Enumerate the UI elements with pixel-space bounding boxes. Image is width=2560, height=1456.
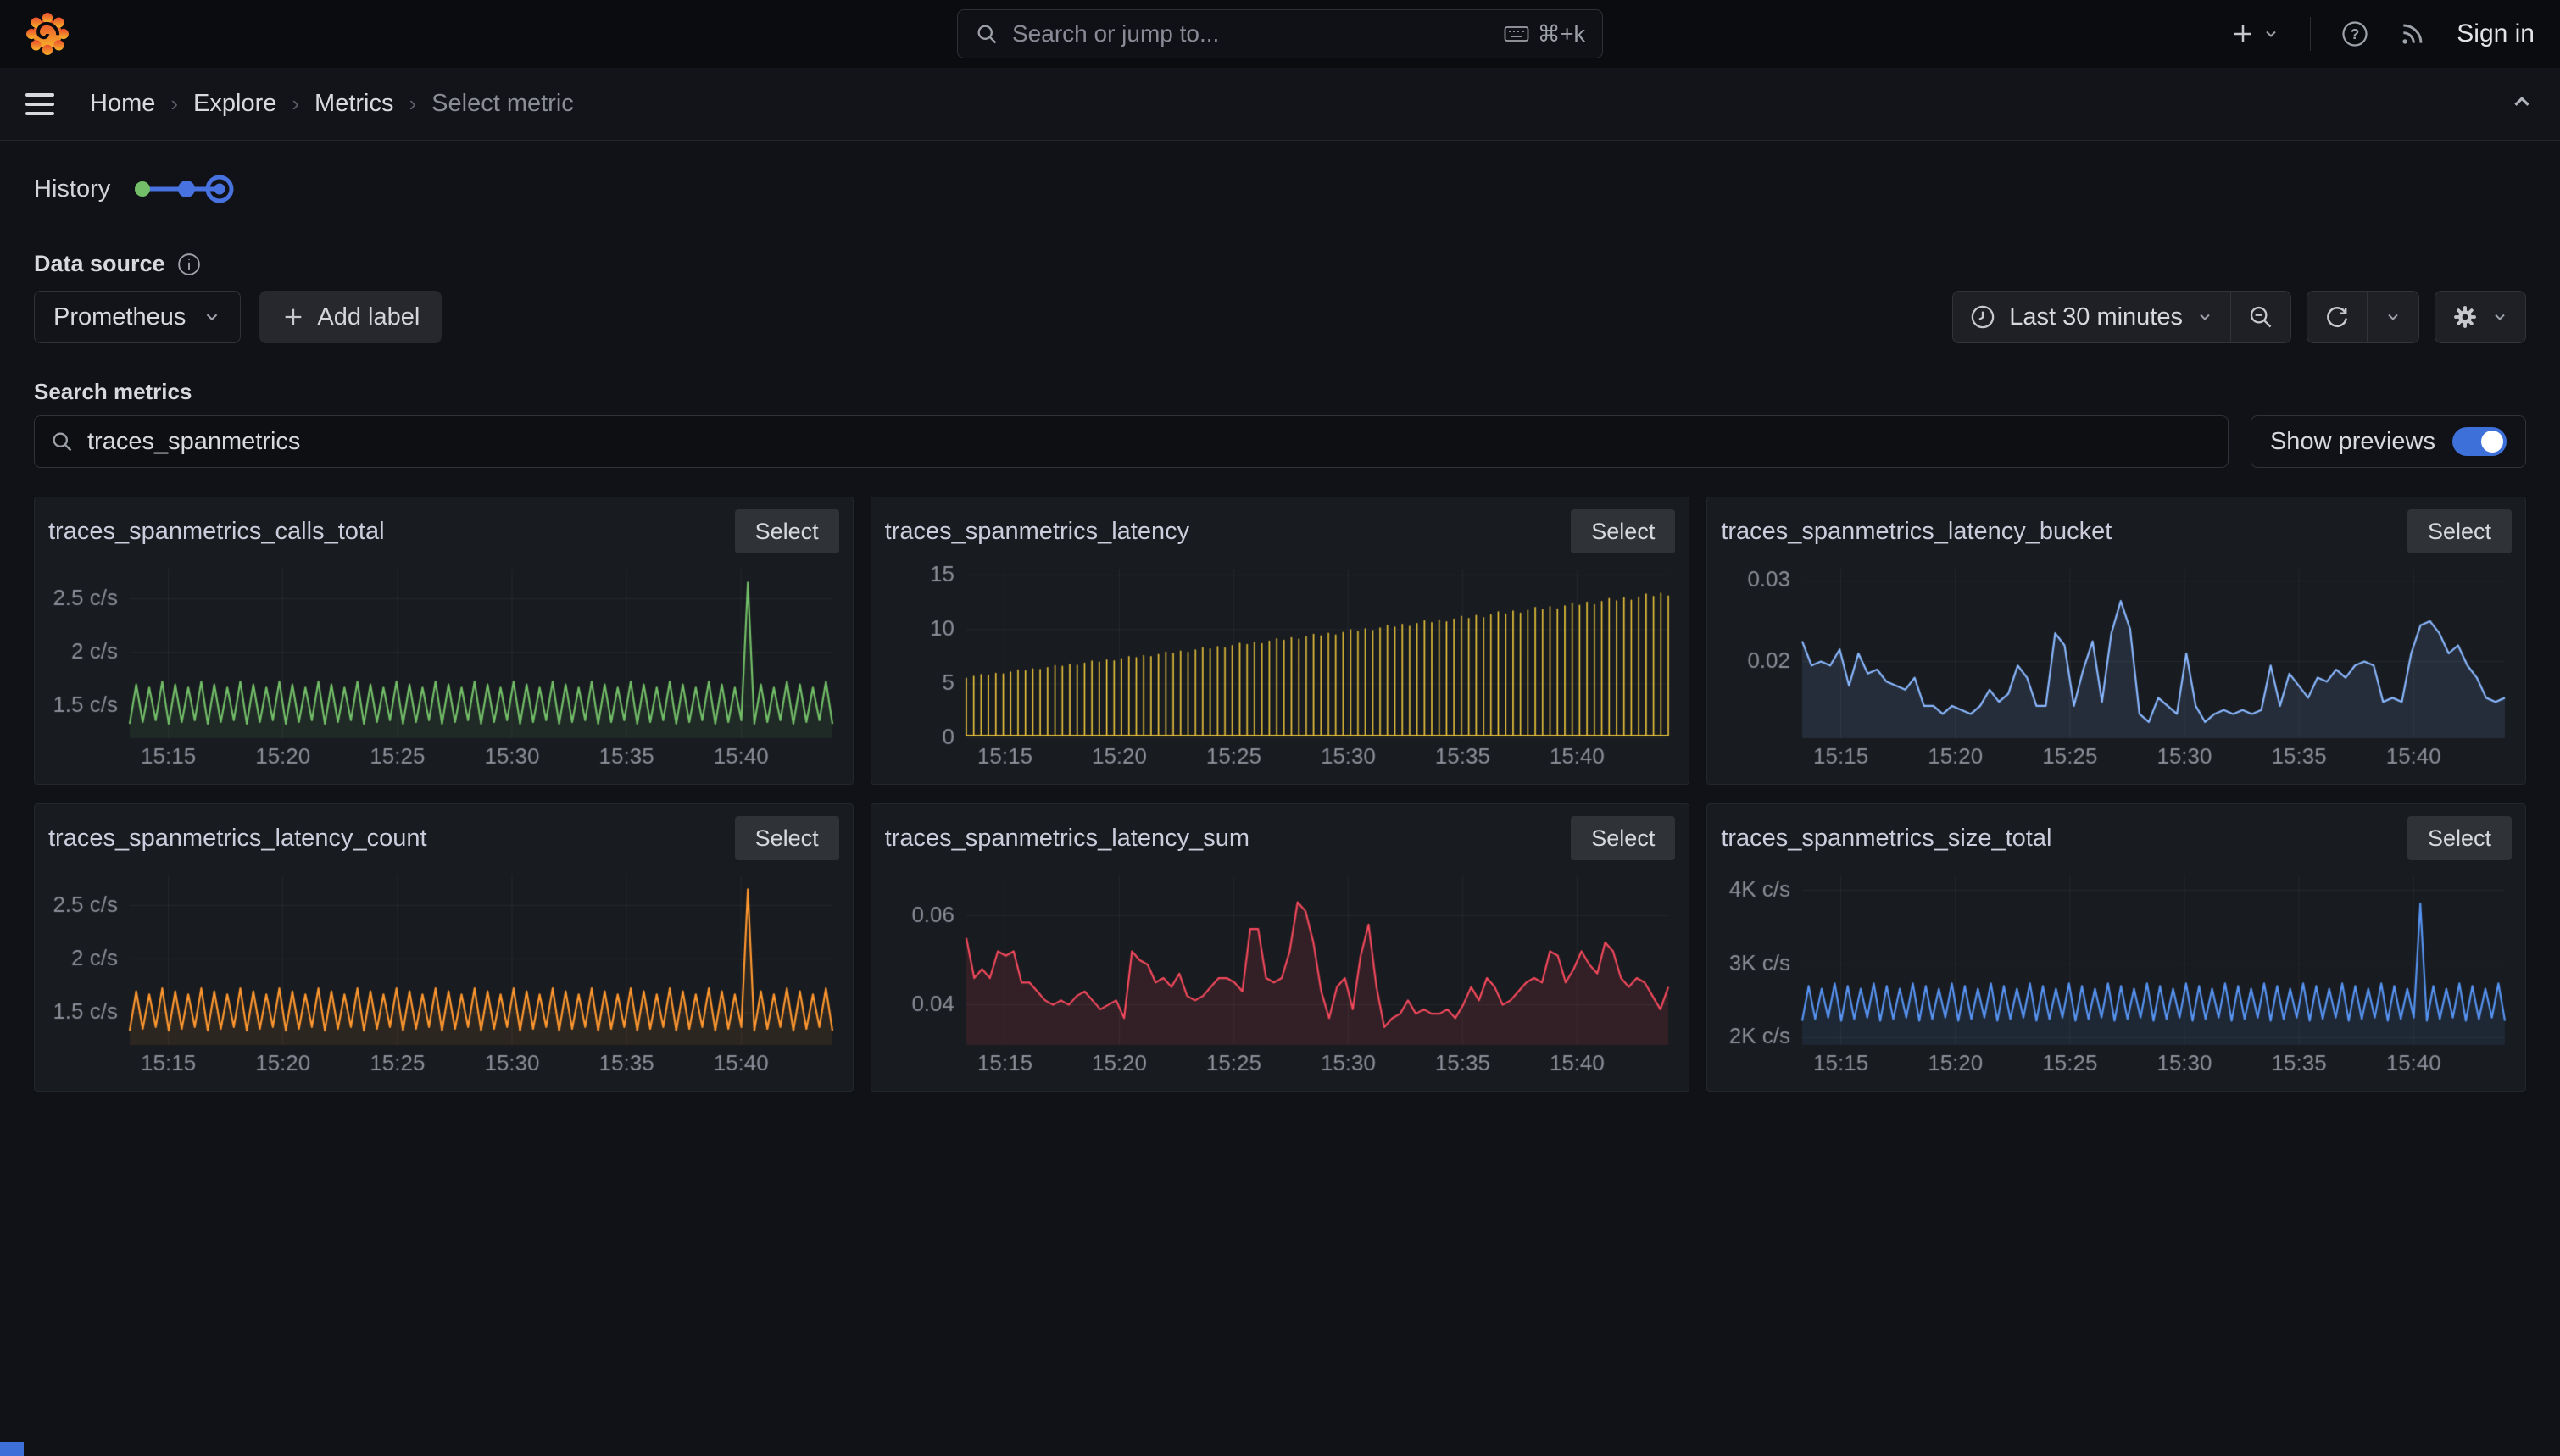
metric-preview-chart[interactable] bbox=[885, 559, 1676, 770]
select-metric-button[interactable]: Select bbox=[2407, 509, 2512, 553]
metric-preview-card: traces_spanmetrics_latency_bucket Select bbox=[1706, 497, 2526, 785]
app-header: Search or jump to... ⌘+k bbox=[0, 0, 2560, 68]
history-dot-green bbox=[135, 181, 150, 197]
history-current-dot bbox=[214, 184, 225, 195]
datasource-value: Prometheus bbox=[53, 303, 186, 331]
select-metric-button[interactable]: Select bbox=[2407, 816, 2512, 860]
settings-button[interactable] bbox=[2435, 292, 2525, 342]
datasource-picker[interactable]: Prometheus bbox=[34, 291, 241, 343]
metric-preview-chart[interactable] bbox=[1721, 865, 2512, 1077]
keyboard-shortcut: ⌘+k bbox=[1504, 21, 1585, 47]
sign-in-link[interactable]: Sign in bbox=[2457, 19, 2535, 48]
grafana-logo-icon[interactable] bbox=[25, 10, 70, 58]
breadcrumb-separator: › bbox=[292, 91, 299, 117]
metric-name: traces_spanmetrics_latency_sum bbox=[885, 825, 1249, 853]
history-label: History bbox=[34, 175, 110, 203]
global-search-button[interactable]: Search or jump to... ⌘+k bbox=[957, 9, 1603, 58]
chevron-down-icon bbox=[203, 308, 221, 326]
settings-group bbox=[2435, 291, 2526, 343]
search-icon bbox=[50, 430, 74, 453]
news-rss-icon[interactable] bbox=[2399, 20, 2426, 47]
metric-name: traces_spanmetrics_calls_total bbox=[48, 518, 385, 546]
help-button[interactable]: ? bbox=[2341, 20, 2368, 47]
history-dot-blue bbox=[178, 181, 195, 197]
refresh-group bbox=[2307, 291, 2419, 343]
refresh-interval-dropdown[interactable] bbox=[2367, 292, 2418, 342]
metrics-search-input[interactable] bbox=[87, 428, 2212, 456]
metric-preview-chart[interactable] bbox=[1721, 559, 2512, 770]
refresh-icon bbox=[2324, 304, 2350, 330]
metrics-search-field bbox=[34, 415, 2229, 468]
bottom-left-accent bbox=[0, 1442, 24, 1456]
metric-previews-grid: traces_spanmetrics_calls_total Select tr… bbox=[34, 497, 2526, 1092]
datasource-label: Data source bbox=[34, 251, 165, 277]
show-previews-label: Show previews bbox=[2270, 428, 2435, 456]
plus-icon bbox=[2230, 21, 2256, 47]
search-icon bbox=[975, 22, 999, 46]
header-divider bbox=[2310, 17, 2311, 51]
breadcrumb-separator: › bbox=[409, 91, 416, 117]
info-icon[interactable] bbox=[177, 253, 201, 276]
metric-preview-chart[interactable] bbox=[48, 865, 839, 1077]
history-timeline[interactable] bbox=[131, 171, 236, 207]
gear-icon bbox=[2452, 304, 2478, 330]
metric-preview-card: traces_spanmetrics_calls_total Select bbox=[34, 497, 854, 785]
breadcrumb: Home › Explore › Metrics › Select metric bbox=[90, 90, 574, 118]
clock-icon bbox=[1970, 304, 1995, 330]
metric-name: traces_spanmetrics_size_total bbox=[1721, 825, 2051, 853]
breadcrumb-separator: › bbox=[170, 91, 178, 117]
search-placeholder: Search or jump to... bbox=[1012, 20, 1490, 47]
shortcut-text: ⌘+k bbox=[1538, 21, 1585, 47]
metric-preview-card: traces_spanmetrics_latency_count Select bbox=[34, 803, 854, 1092]
keyboard-icon bbox=[1504, 24, 1529, 44]
metric-preview-card: traces_spanmetrics_size_total Select bbox=[1706, 803, 2526, 1092]
select-metric-button[interactable]: Select bbox=[735, 816, 839, 860]
search-metrics-label: Search metrics bbox=[34, 379, 2526, 405]
metric-preview-chart[interactable] bbox=[48, 559, 839, 770]
metric-name: traces_spanmetrics_latency bbox=[885, 518, 1189, 546]
show-previews-toggle[interactable] bbox=[2452, 427, 2507, 456]
breadcrumb-bar: Home › Explore › Metrics › Select metric bbox=[0, 68, 2560, 141]
metric-preview-card: traces_spanmetrics_latency_sum Select bbox=[871, 803, 1690, 1092]
breadcrumb-explore[interactable]: Explore bbox=[193, 90, 276, 118]
time-range-button[interactable]: Last 30 minutes bbox=[1953, 292, 2230, 342]
show-previews-control: Show previews bbox=[2251, 415, 2526, 468]
time-picker: Last 30 minutes bbox=[1952, 291, 2291, 343]
breadcrumb-current: Select metric bbox=[431, 90, 574, 118]
metric-name: traces_spanmetrics_latency_count bbox=[48, 825, 427, 853]
select-metric-button[interactable]: Select bbox=[1571, 509, 1675, 553]
metric-name: traces_spanmetrics_latency_bucket bbox=[1721, 518, 2112, 546]
chevron-down-icon bbox=[2262, 25, 2279, 42]
metric-preview-chart[interactable] bbox=[885, 865, 1676, 1077]
new-menu-button[interactable] bbox=[2230, 21, 2279, 47]
zoom-out-button[interactable] bbox=[2230, 292, 2290, 342]
breadcrumb-home[interactable]: Home bbox=[90, 90, 155, 118]
metric-preview-card: traces_spanmetrics_latency Select bbox=[871, 497, 1690, 785]
add-label-button[interactable]: Add label bbox=[259, 291, 442, 343]
chevron-down-icon bbox=[2385, 308, 2401, 325]
time-range-text: Last 30 minutes bbox=[2009, 303, 2183, 331]
add-label-text: Add label bbox=[317, 303, 420, 331]
select-metric-button[interactable]: Select bbox=[1571, 816, 1675, 860]
zoom-out-icon bbox=[2248, 304, 2273, 330]
breadcrumb-metrics[interactable]: Metrics bbox=[314, 90, 393, 118]
chevron-up-icon[interactable] bbox=[2509, 89, 2535, 119]
refresh-button[interactable] bbox=[2307, 292, 2367, 342]
plus-icon bbox=[281, 305, 305, 329]
menu-hamburger-icon[interactable] bbox=[25, 93, 54, 115]
chevron-down-icon bbox=[2491, 308, 2508, 325]
svg-text:?: ? bbox=[2351, 25, 2360, 42]
select-metric-button[interactable]: Select bbox=[735, 509, 839, 553]
chevron-down-icon bbox=[2196, 308, 2213, 325]
